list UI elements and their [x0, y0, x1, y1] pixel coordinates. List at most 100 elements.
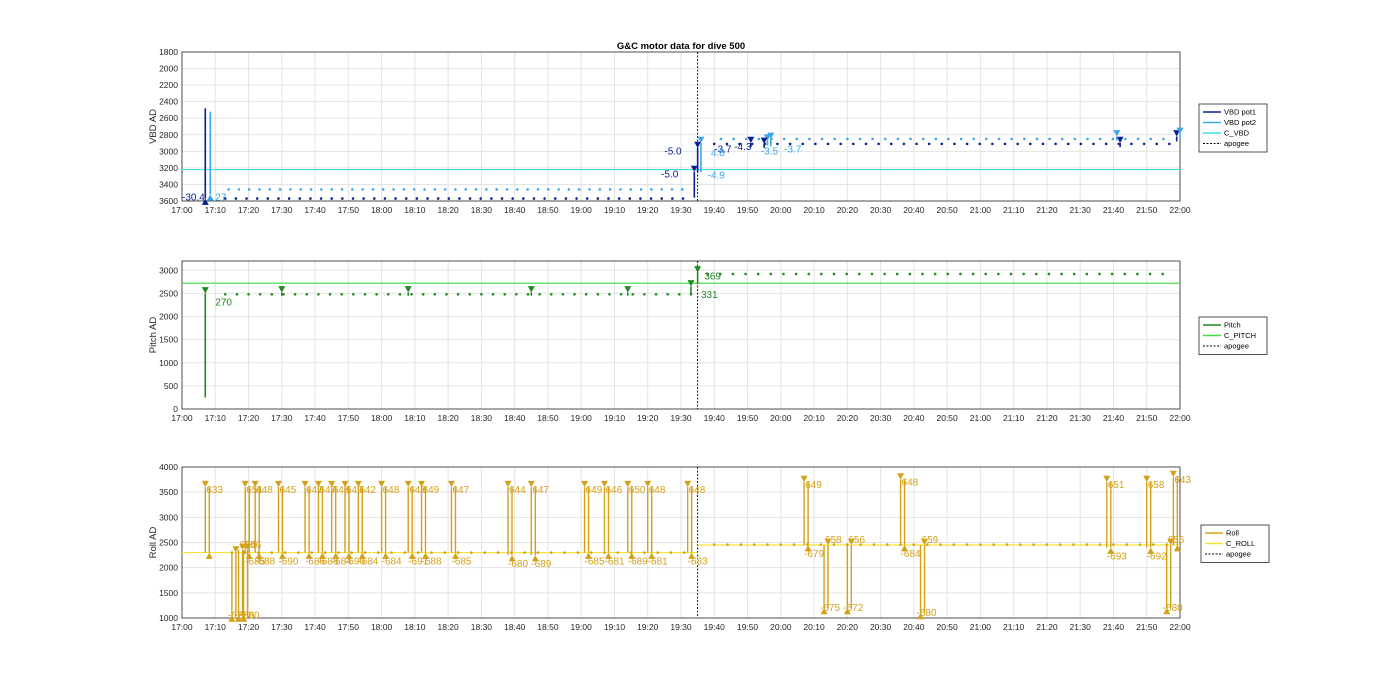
- pitch-point: [666, 293, 669, 296]
- vbd-pot1-point: [532, 197, 536, 200]
- vbd-pot2-point: [1162, 137, 1165, 141]
- data-label: -684: [901, 549, 921, 560]
- pitch-point: [235, 293, 239, 296]
- y-tick-label: 500: [164, 381, 178, 391]
- roll-point: [310, 551, 314, 554]
- x-tick-label: 17:50: [338, 205, 360, 215]
- x-tick-label: 20:50: [936, 413, 958, 423]
- chart-panel-2: 17:00 17:10 17:20 17:30 17:40 17:50 18:00 18:10…: [148, 260, 1268, 423]
- y-tick-label: 1500: [159, 588, 178, 598]
- roll-point: [390, 551, 393, 554]
- vbd-pot2-point: [719, 137, 723, 141]
- data-label: -683: [688, 557, 708, 568]
- pitch-point: [410, 293, 413, 296]
- data-label: 27: [215, 193, 227, 204]
- pitch-point: [293, 293, 297, 296]
- vbd-pot2-point: [1035, 137, 1039, 141]
- pitch-point: [258, 293, 262, 296]
- data-label: 656: [848, 535, 865, 546]
- x-tick-label: 19:00: [571, 413, 593, 423]
- vbd-pot1-point: [1016, 142, 1019, 146]
- data-label: -684: [382, 557, 402, 568]
- pitch-point: [305, 293, 309, 296]
- x-tick-label: 20:40: [903, 205, 925, 215]
- pitch-point: [689, 293, 693, 296]
- pitch-point: [756, 272, 760, 276]
- vbd-pot2-point: [1086, 137, 1089, 141]
- vbd-pot1-point: [372, 197, 376, 200]
- x-tick-label: 21:20: [1036, 205, 1058, 215]
- data-label: 659: [922, 535, 939, 546]
- x-tick-label: 21:30: [1070, 205, 1092, 215]
- roll-point: [470, 551, 473, 554]
- pitch-point: [997, 272, 1000, 276]
- x-tick-label: 18:50: [537, 413, 559, 423]
- pitch-point: [820, 272, 823, 276]
- vbd-pot2-point: [959, 137, 963, 141]
- pitch-point: [398, 293, 402, 296]
- y-tick-label: 2800: [159, 130, 178, 140]
- pitch-point: [883, 272, 886, 276]
- x-tick-label: 17:00: [171, 205, 193, 215]
- x-tick-label: 19:20: [637, 413, 659, 423]
- roll-point: [337, 551, 340, 554]
- y-tick-label: 2000: [159, 563, 178, 573]
- legend-entry: Roll: [1226, 529, 1239, 538]
- chart-title: G&C motor data for dive 500: [617, 41, 745, 52]
- vbd-pot1-point: [902, 142, 906, 146]
- y-tick-label: 3000: [159, 265, 178, 275]
- vbd-pot1-point: [575, 197, 578, 200]
- pitch-point: [1136, 272, 1139, 276]
- vbd-pot2-point: [1149, 137, 1153, 141]
- x-tick-label: 17:20: [238, 413, 260, 423]
- x-tick-label: 21:10: [1003, 205, 1025, 215]
- x-tick-label: 19:20: [637, 622, 659, 632]
- x-tick-label: 21:00: [970, 413, 992, 423]
- roll-point: [872, 543, 876, 546]
- x-tick-label: 17:10: [205, 413, 227, 423]
- vbd-pot1-point: [1130, 142, 1133, 146]
- data-label: -681: [648, 557, 668, 568]
- vbd-pot2-point: [782, 137, 786, 141]
- pitch-point: [858, 272, 861, 276]
- pitch-point: [1085, 272, 1089, 276]
- data-label: -3.7: [784, 145, 802, 156]
- x-tick-label: 18:00: [371, 622, 393, 632]
- pitch-point: [654, 293, 658, 296]
- x-tick-label: 20:00: [770, 205, 792, 215]
- vbd-pot1-point: [255, 197, 259, 200]
- data-label: 648: [689, 485, 706, 496]
- pitch-point: [515, 293, 518, 296]
- y-tick-label: 2200: [159, 80, 178, 90]
- vbd-pot2-point: [871, 137, 874, 141]
- roll-point: [656, 551, 660, 554]
- vbd-pot1-point: [965, 142, 969, 146]
- x-tick-label: 21:30: [1070, 622, 1092, 632]
- vbd-pot1-point: [1168, 142, 1171, 146]
- vbd-pot1-point: [468, 197, 472, 200]
- vbd-pot1-point: [826, 142, 830, 146]
- data-label: -679: [804, 549, 824, 560]
- vbd-pot2-point: [732, 137, 735, 141]
- vbd-pot2-point: [433, 188, 437, 191]
- vbd-pot1-point: [266, 197, 270, 200]
- pitch-point: [1034, 272, 1038, 276]
- y-tick-label: 2000: [159, 64, 178, 74]
- roll-point: [616, 551, 620, 554]
- vbd-pot1-point: [500, 197, 504, 200]
- x-tick-label: 19:50: [737, 413, 759, 423]
- x-tick-label: 19:40: [704, 622, 726, 632]
- roll-point: [792, 543, 796, 546]
- vbd-pot2-point: [744, 137, 748, 141]
- vbd-pot1-point: [1041, 142, 1045, 146]
- pitch-point: [807, 272, 811, 276]
- pitch-point: [491, 293, 495, 296]
- vbd-pot1-point: [776, 142, 779, 146]
- x-tick-label: 20:00: [770, 413, 792, 423]
- x-tick-label: 20:50: [936, 205, 958, 215]
- data-label: -4.3: [734, 142, 752, 153]
- roll-point: [496, 551, 500, 554]
- roll-point: [1019, 543, 1022, 546]
- pitch-point: [247, 293, 250, 296]
- data-label: -4.9: [708, 170, 726, 181]
